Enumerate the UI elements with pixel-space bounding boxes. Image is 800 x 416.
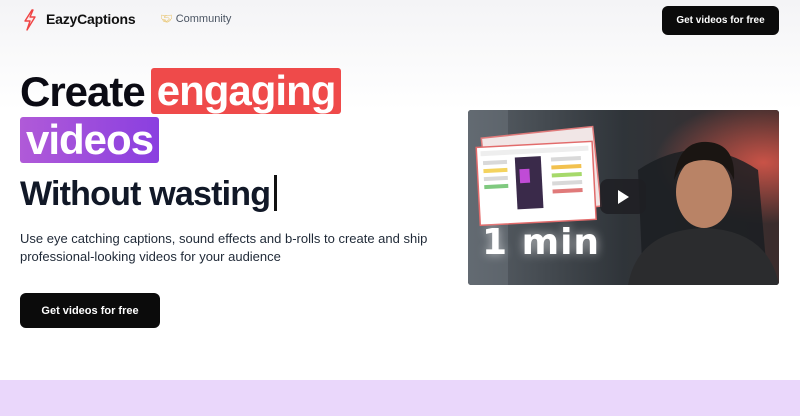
- community-label: Community: [175, 13, 232, 25]
- headline-word-create: Create: [20, 68, 146, 115]
- nav-get-videos-button[interactable]: Get videos for free: [662, 6, 779, 35]
- handshake-icon: 🤝︎: [160, 13, 173, 25]
- headline-line-2: videos: [20, 117, 160, 163]
- headline-line-1: Create engaging: [20, 66, 342, 118]
- hero-subtitle: Use eye catching captions, sound effects…: [20, 231, 428, 264]
- community-link[interactable]: 🤝︎ Community: [160, 13, 231, 25]
- brand-name[interactable]: EazyCaptions: [46, 11, 136, 27]
- headline-highlight-engaging: engaging: [150, 68, 342, 114]
- top-navbar: EazyCaptions 🤝︎ Community Get videos for…: [0, 0, 800, 40]
- typing-caret: [274, 175, 278, 212]
- lightning-logo-icon[interactable]: [22, 9, 38, 31]
- headline-highlight-videos: videos: [20, 117, 160, 163]
- headline-typing-text: Without wasting: [20, 175, 271, 213]
- next-section-band: [0, 380, 800, 416]
- demo-video-player[interactable]: 1 min: [468, 110, 779, 285]
- play-icon: [618, 189, 629, 204]
- hero-get-videos-button[interactable]: Get videos for free: [20, 293, 160, 328]
- video-overlay-text: 1 min: [482, 222, 601, 263]
- headline-line-3: Without wasting: [20, 172, 278, 216]
- play-button[interactable]: [600, 179, 646, 214]
